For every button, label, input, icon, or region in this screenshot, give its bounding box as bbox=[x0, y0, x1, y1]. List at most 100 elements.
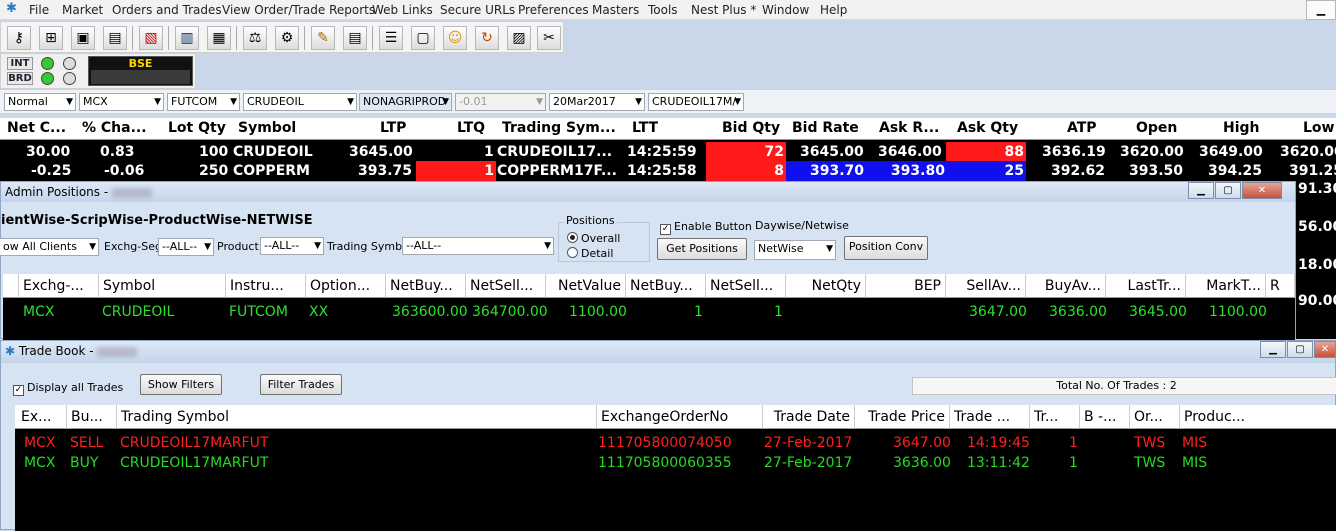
menu-masters[interactable]: Masters bbox=[592, 3, 639, 17]
col-trading-symbol[interactable]: Trading Sym... bbox=[502, 118, 616, 138]
admin-minimize-button[interactable]: ▁ bbox=[1188, 182, 1214, 199]
exchange-select[interactable]: MCX ▼ bbox=[79, 93, 164, 111]
position-conv-button[interactable]: Position Conv bbox=[844, 236, 928, 260]
tool-settings-icon[interactable]: ⚙ bbox=[275, 26, 299, 50]
symbol-select[interactable]: CRUDEOIL ▼ bbox=[243, 93, 357, 111]
tool-users-icon[interactable]: ☺ bbox=[443, 26, 467, 50]
col-mark-to-market[interactable]: MarkT... bbox=[1186, 274, 1266, 298]
trade-book-titlebar[interactable]: ✱ Trade Book - ▁ ▢ ✕ bbox=[1, 341, 1336, 363]
col-trade-date[interactable]: Trade Date bbox=[763, 405, 855, 429]
trading-symbol-filter-select[interactable]: --ALL-- ▼ bbox=[402, 237, 554, 255]
instrument-select[interactable]: FUTCOM ▼ bbox=[167, 93, 240, 111]
col-high[interactable]: High bbox=[1223, 118, 1260, 138]
netwise-select[interactable]: NetWise ▼ bbox=[754, 240, 836, 260]
menu-view-reports[interactable]: View Order/Trade Reports bbox=[222, 3, 375, 17]
menu-secure-urls[interactable]: Secure URLs bbox=[440, 3, 515, 17]
col-order-source[interactable]: Or... bbox=[1130, 405, 1180, 429]
menu-window[interactable]: Window bbox=[762, 3, 809, 17]
tradebook-minimize-button[interactable]: ▁ bbox=[1260, 341, 1286, 358]
col-symbol[interactable]: Symbol bbox=[99, 274, 226, 298]
col-trade-price[interactable]: Trade Price bbox=[855, 405, 950, 429]
show-filters-button[interactable]: Show Filters bbox=[140, 374, 222, 395]
tool-tools-icon[interactable]: ✂ bbox=[537, 26, 561, 50]
col-exchange-order-no[interactable]: ExchangeOrderNo bbox=[597, 405, 763, 429]
col-r[interactable]: R bbox=[1266, 274, 1295, 298]
trading-symbol-select[interactable]: CRUDEOIL17M/▼ bbox=[648, 93, 744, 111]
trade-row-sell[interactable]: MCX SELL CRUDEOIL17MARFUT 11170580007405… bbox=[15, 433, 1336, 453]
trade-row-buy[interactable]: MCX BUY CRUDEOIL17MARFUT 111705800060355… bbox=[15, 453, 1336, 473]
display-all-trades-checkbox[interactable]: ✓ Display all Trades bbox=[13, 381, 123, 396]
admin-close-button[interactable]: ✕ bbox=[1242, 182, 1282, 199]
col-trading-symbol[interactable]: Trading Symbol bbox=[117, 405, 597, 429]
client-select[interactable]: ow All Clients ▼ bbox=[0, 238, 99, 256]
menu-orders-and-trades[interactable]: Orders and Trades bbox=[112, 3, 222, 17]
enable-button-checkbox[interactable]: ✓ Enable Button bbox=[660, 220, 752, 235]
expiry-select[interactable]: 20Mar2017 ▼ bbox=[549, 93, 645, 111]
col-net-change[interactable]: Net C... bbox=[7, 118, 66, 138]
col-option[interactable]: Option... bbox=[306, 274, 386, 298]
price-select[interactable]: -0.01 ▼ bbox=[455, 93, 546, 111]
tradebook-close-button[interactable]: ✕ bbox=[1314, 341, 1336, 358]
col-product[interactable]: Produc... bbox=[1180, 405, 1336, 429]
col-lot-qty[interactable]: Lot Qty bbox=[168, 118, 226, 138]
col-ltt[interactable]: LTT bbox=[632, 118, 658, 138]
col-pct-change[interactable]: % Cha... bbox=[82, 118, 147, 138]
menu-nest-plus[interactable]: Nest Plus * bbox=[691, 3, 756, 17]
col-ask-rate[interactable]: Ask R... bbox=[879, 118, 939, 138]
get-positions-button[interactable]: Get Positions bbox=[657, 238, 747, 260]
col-netbuy-qty[interactable]: NetBuy... bbox=[386, 274, 466, 298]
col-netsell-value[interactable]: NetSell... bbox=[706, 274, 786, 298]
order-type-select[interactable]: Normal ▼ bbox=[4, 93, 76, 111]
tool-screen-icon[interactable]: ▤ bbox=[103, 26, 127, 50]
tool-clipboard-icon[interactable]: ▨ bbox=[507, 26, 531, 50]
tool-list-icon[interactable]: ☰ bbox=[379, 26, 403, 50]
col-exchange[interactable]: Ex... bbox=[17, 405, 67, 429]
menu-tools[interactable]: Tools bbox=[648, 3, 678, 17]
col-sell-avg[interactable]: SellAv... bbox=[946, 274, 1026, 298]
col-bep[interactable]: BEP bbox=[866, 274, 946, 298]
overall-radio[interactable]: Overall bbox=[567, 232, 620, 245]
col-netsell-qty[interactable]: NetSell... bbox=[466, 274, 546, 298]
col-instrument[interactable]: Instru... bbox=[226, 274, 306, 298]
detail-radio[interactable]: Detail bbox=[567, 247, 613, 260]
tool-add-icon[interactable]: ⊞ bbox=[39, 26, 63, 50]
tool-report-icon[interactable]: ▧ bbox=[139, 26, 163, 50]
filter-trades-button[interactable]: Filter Trades bbox=[260, 374, 342, 395]
product-select[interactable]: --ALL-- ▼ bbox=[260, 237, 324, 255]
segment-select[interactable]: NONAGRIPROD ▼ bbox=[359, 93, 452, 111]
menu-preferences[interactable]: Preferences bbox=[518, 3, 589, 17]
col-netqty[interactable]: NetQty bbox=[786, 274, 866, 298]
market-watch-row[interactable]: -0.25 -0.06 250 COPPERM 393.75 1 COPPERM… bbox=[0, 161, 1336, 181]
tool-scale-icon[interactable]: ⚖ bbox=[243, 26, 267, 50]
menu-web-links[interactable]: Web Links bbox=[372, 3, 433, 17]
col-ltq[interactable]: LTQ bbox=[457, 118, 485, 138]
col-atp[interactable]: ATP bbox=[1067, 118, 1097, 138]
tool-refresh-icon[interactable]: ↻ bbox=[475, 26, 499, 50]
col-buy-sell[interactable]: Bu... bbox=[67, 405, 117, 429]
tool-book-icon[interactable]: ▥ bbox=[175, 26, 199, 50]
tradebook-maximize-button[interactable]: ▢ bbox=[1287, 341, 1313, 358]
tool-monitor-icon[interactable]: ▣ bbox=[71, 26, 95, 50]
col-low[interactable]: Low bbox=[1303, 118, 1334, 138]
col-exchg[interactable]: Exchg-... bbox=[19, 274, 99, 298]
col-trade-time[interactable]: Trade ... bbox=[950, 405, 1030, 429]
col-open[interactable]: Open bbox=[1136, 118, 1177, 138]
menu-file[interactable]: File bbox=[29, 3, 49, 17]
admin-maximize-button[interactable]: ▢ bbox=[1215, 182, 1241, 199]
col-trade-qty[interactable]: Tr... bbox=[1030, 405, 1080, 429]
admin-positions-titlebar[interactable]: Admin Positions - ▁ ▢ ✕ bbox=[1, 182, 1295, 202]
exchseg-select[interactable]: --ALL-- ▼ bbox=[158, 238, 214, 256]
minimize-button[interactable]: ▁ bbox=[1306, 0, 1336, 20]
tool-document-icon[interactable]: ▤ bbox=[343, 26, 367, 50]
col-bid-qty[interactable]: Bid Qty bbox=[722, 118, 780, 138]
menu-help[interactable]: Help bbox=[820, 3, 847, 17]
positions-row[interactable]: MCX CRUDEOIL FUTCOM XX 363600.00 364700.… bbox=[3, 302, 1295, 322]
tool-grid-icon[interactable]: ▦ bbox=[207, 26, 231, 50]
col-buy-avg[interactable]: BuyAv... bbox=[1026, 274, 1106, 298]
market-watch-row[interactable]: 30.00 0.83 100 CRUDEOIL 3645.00 1 CRUDEO… bbox=[0, 142, 1336, 162]
col-last-traded[interactable]: LastTr... bbox=[1106, 274, 1186, 298]
tool-window-icon[interactable]: ▢ bbox=[411, 26, 435, 50]
col-b[interactable]: B -... bbox=[1080, 405, 1130, 429]
menu-market[interactable]: Market bbox=[62, 3, 103, 17]
tool-key-icon[interactable]: ⚷ bbox=[7, 26, 31, 50]
